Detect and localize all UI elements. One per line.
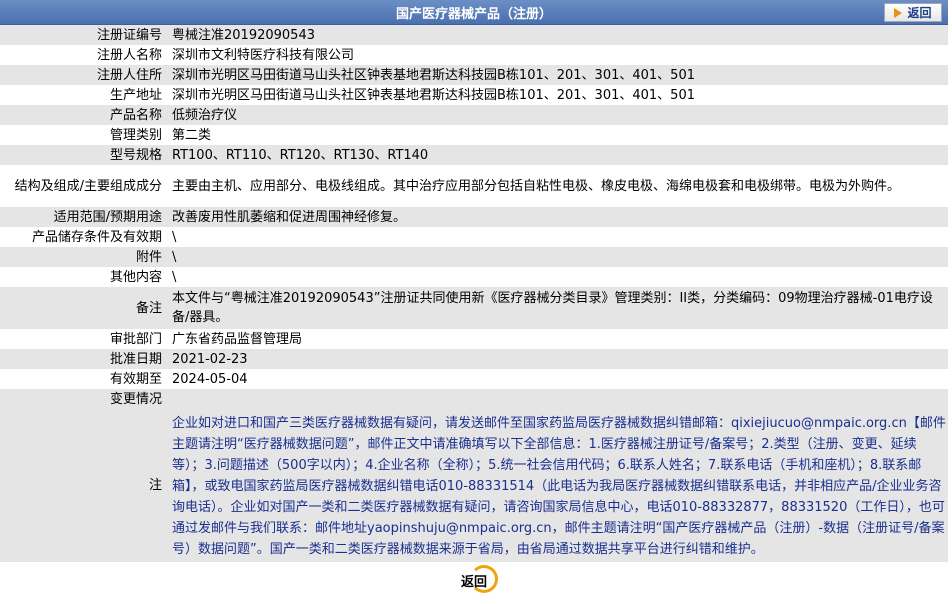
table-row: 注册人名称 深圳市文利特医疗科技有限公司 [0, 45, 948, 65]
back-button-bottom-label: 返回 [460, 574, 487, 590]
table-row: 产品名称 低频治疗仪 [0, 105, 948, 125]
table-row: 备注 本文件与“粤械注准20192090543”注册证共同使用新《医疗器械分类目录… [0, 287, 948, 329]
row-value [168, 389, 948, 409]
page-title: 国产医疗器械产品（注册） [395, 6, 552, 22]
row-value: 主要由主机、应用部分、电极线组成。其中治疗应用部分包括自粘性电极、橡皮电极、海绵… [168, 165, 948, 207]
row-label: 审批部门 [0, 329, 168, 349]
row-value: \ [168, 247, 948, 267]
row-value: 深圳市光明区马田街道马山头社区钟表基地君斯达科技园B栋101、201、301、4… [168, 85, 948, 105]
footer: 返回 [0, 562, 948, 598]
table-row: 变更情况 [0, 389, 948, 409]
row-label: 注册人名称 [0, 45, 168, 65]
row-value: RT100、RT110、RT120、RT130、RT140 [168, 145, 948, 165]
table-row: 注册证编号 粤械注准20192090543 [0, 25, 948, 45]
row-value: 广东省药品监督管理局 [168, 329, 948, 349]
row-label: 附件 [0, 247, 168, 267]
row-label: 变更情况 [0, 389, 168, 409]
row-value: 深圳市光明区马田街道马山头社区钟表基地君斯达科技园B栋101、201、301、4… [168, 65, 948, 85]
row-label: 注册人住所 [0, 65, 168, 85]
row-value: 2021-02-23 [168, 349, 948, 369]
back-button-top-label: 返回 [907, 6, 932, 20]
page: 国产医疗器械产品（注册） 返回 注册证编号 粤械注准20192090543 注册人… [0, 0, 948, 604]
note-row: 注 企业如对进口和国产三类医疗器械数据有疑问，请发送邮件至国家药监局医疗器械数据… [0, 409, 948, 562]
row-label: 产品储存条件及有效期 [0, 227, 168, 247]
row-value: 第二类 [168, 125, 948, 145]
row-value: 深圳市文利特医疗科技有限公司 [168, 45, 948, 65]
row-value: 2024-05-04 [168, 369, 948, 389]
note-label: 注 [0, 409, 168, 562]
table-row: 注册人住所 深圳市光明区马田街道马山头社区钟表基地君斯达科技园B栋101、201、… [0, 65, 948, 85]
title-bar: 国产医疗器械产品（注册） 返回 [0, 0, 948, 25]
row-label: 有效期至 [0, 369, 168, 389]
row-value: \ [168, 267, 948, 287]
back-button-bottom[interactable]: 返回 [448, 565, 500, 595]
row-value: 本文件与“粤械注准20192090543”注册证共同使用新《医疗器械分类目录》管… [168, 287, 948, 329]
table-row: 管理类别 第二类 [0, 125, 948, 145]
table-row: 产品储存条件及有效期 \ [0, 227, 948, 247]
row-value: 低频治疗仪 [168, 105, 948, 125]
row-label: 产品名称 [0, 105, 168, 125]
table-row: 审批部门 广东省药品监督管理局 [0, 329, 948, 349]
row-value: 粤械注准20192090543 [168, 25, 948, 45]
row-label: 管理类别 [0, 125, 168, 145]
row-value: \ [168, 227, 948, 247]
row-value: 改善废用性肌萎缩和促进周围神经修复。 [168, 207, 948, 227]
note-text: 企业如对进口和国产三类医疗器械数据有疑问，请发送邮件至国家药监局医疗器械数据纠错… [168, 409, 948, 562]
row-label: 适用范围/预期用途 [0, 207, 168, 227]
row-label: 生产地址 [0, 85, 168, 105]
table-row: 其他内容 \ [0, 267, 948, 287]
table-row: 型号规格 RT100、RT110、RT120、RT130、RT140 [0, 145, 948, 165]
table-row: 适用范围/预期用途 改善废用性肌萎缩和促进周围神经修复。 [0, 207, 948, 227]
back-button-top[interactable]: 返回 [884, 3, 942, 22]
row-label: 批准日期 [0, 349, 168, 369]
row-label: 结构及组成/主要组成成分 [0, 165, 168, 207]
table-row: 结构及组成/主要组成成分 主要由主机、应用部分、电极线组成。其中治疗应用部分包括自… [0, 165, 948, 207]
row-label: 其他内容 [0, 267, 168, 287]
table-row: 批准日期 2021-02-23 [0, 349, 948, 369]
row-label: 型号规格 [0, 145, 168, 165]
arrow-right-icon [894, 7, 903, 18]
detail-table: 注册证编号 粤械注准20192090543 注册人名称 深圳市文利特医疗科技有限公司… [0, 25, 948, 562]
table-row: 生产地址 深圳市光明区马田街道马山头社区钟表基地君斯达科技园B栋101、201、3… [0, 85, 948, 105]
row-label: 注册证编号 [0, 25, 168, 45]
table-row: 附件 \ [0, 247, 948, 267]
row-label: 备注 [0, 287, 168, 329]
table-row: 有效期至 2024-05-04 [0, 369, 948, 389]
